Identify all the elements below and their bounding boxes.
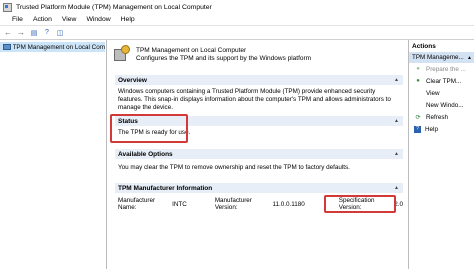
action-label: Prepare the ... [426, 65, 466, 73]
menu-window[interactable]: Window [86, 16, 110, 23]
action-help[interactable]: ? Help [409, 123, 474, 135]
window-title: Trusted Platform Module (TPM) Management… [16, 3, 212, 11]
collapse-caret-icon[interactable]: ▲ [466, 54, 472, 61]
action-clear-tpm[interactable]: ● Clear TPM... [409, 75, 474, 87]
overview-header[interactable]: Overview ▲ [115, 75, 403, 85]
actions-title: Actions [409, 40, 474, 52]
action-label: Refresh [426, 113, 449, 121]
menu-action[interactable]: Action [33, 16, 52, 23]
manufacturer-header[interactable]: TPM Manufacturer Information ▲ [115, 183, 403, 193]
available-options-text: You may clear the TPM to remove ownershi… [118, 164, 350, 171]
action-label: Help [425, 125, 438, 133]
menu-file[interactable]: File [12, 16, 23, 23]
menu-bar: File Action View Window Help [0, 14, 474, 26]
actions-pane: Actions TPM Manageme... ▲ ● Prepare the … [408, 40, 474, 269]
header-title: TPM Management on Local Computer [136, 47, 247, 54]
status-highlight-box [110, 114, 188, 143]
manufacturer-version-label: Manufacturer Version: [214, 197, 252, 211]
available-options-header[interactable]: Available Options ▲ [115, 149, 403, 159]
actions-group-tpm-management[interactable]: TPM Manageme... ▲ [409, 52, 474, 63]
action-prepare-tpm[interactable]: ● Prepare the ... [409, 63, 474, 75]
header-subtitle: Configures the TPM and its support by th… [136, 55, 312, 62]
menu-view[interactable]: View [62, 16, 77, 23]
help-toolbar-icon[interactable]: ? [42, 28, 52, 38]
tpm-chip-key-icon [114, 45, 130, 62]
manufacturer-name-label: Manufacturer Name: [118, 197, 156, 211]
available-options-title: Available Options [118, 150, 173, 158]
spec-version-highlight-box [324, 195, 396, 213]
mmc-app-icon [3, 2, 12, 12]
overview-section: Overview ▲ Windows computers containing … [115, 75, 403, 115]
action-label: New Windo... [426, 101, 464, 109]
actions-group-label: TPM Manageme... [412, 54, 464, 61]
help-icon: ? [414, 125, 421, 133]
tree-item-label: TPM Management on Local Compu [12, 43, 105, 51]
manufacturer-version-value: 11.0.0.1180 [272, 200, 305, 208]
snapin-header: TPM Management on Local Computer Configu… [108, 40, 407, 70]
show-hide-console-tree-icon[interactable]: ▤ [29, 28, 39, 38]
forward-arrow-icon[interactable]: → [16, 28, 26, 38]
back-arrow-icon[interactable]: ← [3, 28, 13, 38]
clear-tpm-icon: ● [416, 78, 420, 84]
menu-help[interactable]: Help [121, 16, 135, 23]
action-label: View [426, 89, 440, 97]
manufacturer-name-value: INTC [172, 200, 187, 208]
action-view[interactable]: View [409, 87, 474, 99]
details-pane: TPM Management on Local Computer Configu… [108, 40, 407, 269]
overview-title: Overview [118, 76, 147, 84]
prepare-tpm-icon: ● [416, 66, 420, 72]
tree-item-tpm-management[interactable]: TPM Management on Local Compu [0, 42, 105, 52]
show-hide-action-pane-icon[interactable]: ◫ [55, 28, 65, 38]
overview-text: Windows computers containing a Trusted P… [118, 88, 391, 111]
collapse-caret-icon[interactable]: ▲ [394, 77, 399, 83]
computer-icon [3, 44, 11, 50]
console-tree: TPM Management on Local Compu [0, 40, 107, 269]
title-bar: Trusted Platform Module (TPM) Management… [0, 0, 474, 14]
toolbar: ← → ▤ ? ◫ [0, 26, 474, 40]
collapse-caret-icon[interactable]: ▲ [394, 185, 399, 191]
collapse-caret-icon[interactable]: ▲ [394, 118, 399, 124]
available-options-section: Available Options ▲ You may clear the TP… [115, 149, 403, 175]
collapse-caret-icon[interactable]: ▲ [394, 151, 399, 157]
refresh-icon: ⟳ [415, 114, 421, 121]
action-new-window[interactable]: New Windo... [409, 99, 474, 111]
manufacturer-title: TPM Manufacturer Information [118, 184, 213, 192]
action-refresh[interactable]: ⟳ Refresh [409, 111, 474, 123]
action-label: Clear TPM... [426, 77, 462, 85]
